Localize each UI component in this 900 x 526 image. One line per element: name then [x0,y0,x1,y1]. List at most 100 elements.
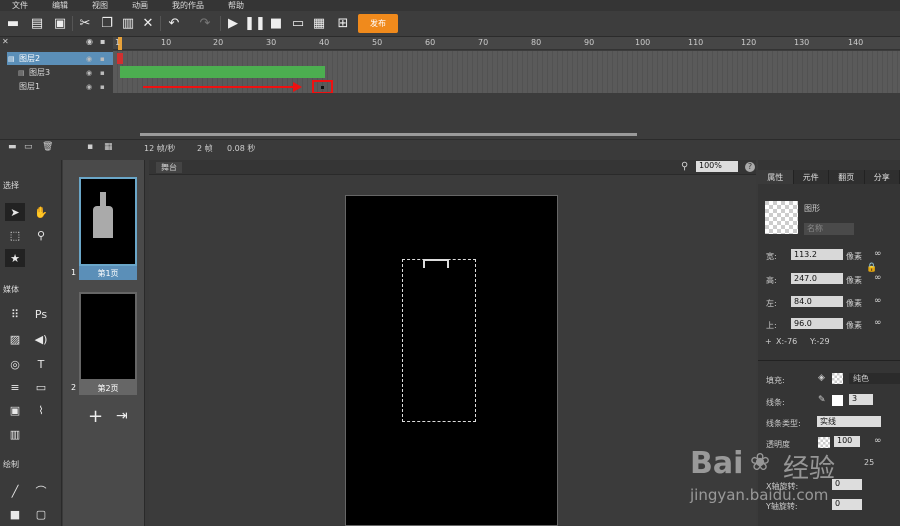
lock-icon[interactable]: ▪ [100,69,105,77]
link-icon[interactable]: ∞ [874,318,882,328]
paint-bucket-icon[interactable]: ◈ [818,373,825,383]
zoom-select[interactable]: 100% [696,161,738,172]
curve-tool-icon[interactable]: ⌒ [31,482,51,500]
help-icon[interactable]: ? [745,162,755,172]
stroke-width-input[interactable]: 3 [849,394,873,405]
frame-icon[interactable]: ▪ [87,142,93,152]
tab-symbols[interactable]: 元件 [794,170,829,184]
height-input[interactable]: 247.0 [791,273,843,284]
selection-bounding-box[interactable] [402,259,476,422]
line-tool-icon[interactable]: ╱ [5,482,25,500]
pause-icon[interactable]: ❚❚ [244,14,266,32]
barcode-tool-icon[interactable]: ▥ [5,425,25,443]
undo-icon[interactable]: ↶ [165,14,183,32]
preview-icon[interactable]: ▭ [289,14,307,32]
open-file-icon[interactable]: ▤ [28,14,46,32]
text-tool-icon[interactable]: T [31,355,51,373]
link-icon[interactable]: ∞ [874,436,882,446]
roundrect-tool-icon[interactable]: ▢ [31,505,51,523]
tween-span[interactable] [120,66,325,78]
frame-icon[interactable]: ▦ [104,142,113,152]
keyframe-dot[interactable] [321,86,324,89]
width-input[interactable]: 113.2 [791,249,843,260]
tab-pageflip[interactable]: 翻页 [829,170,865,184]
pan-tool-icon[interactable]: ✋ [31,203,51,221]
import-page-icon[interactable]: ⇥ [116,408,128,424]
timeline-ruler[interactable]: 1 10 20 30 40 50 60 70 80 90 100 110 120… [113,37,900,50]
menu-file[interactable]: 文件 [12,0,28,11]
page-label[interactable]: 第2页 [79,381,137,395]
board-tool-icon[interactable]: ▭ [31,378,51,396]
add-layer-icon[interactable]: ▬ [8,142,17,152]
grid-tool-icon[interactable]: ⠿ [5,305,25,323]
left-input[interactable]: 84.0 [791,296,843,307]
folder-icon[interactable]: ▭ [24,142,33,152]
width-label: 宽: [766,252,777,261]
layer-item[interactable]: ▤ 图层3 ◉ ▪ [7,66,113,79]
pen-icon[interactable]: ✎ [818,395,826,405]
menu-edit[interactable]: 编辑 [52,0,68,11]
copy-icon[interactable]: ❐ [98,14,116,32]
tab-stage[interactable]: 舞台 [156,162,182,173]
arrow-tool-icon[interactable]: ➤ [5,203,25,221]
eye-icon[interactable]: ◉ [86,37,93,46]
rect-tool-icon[interactable]: ■ [5,505,25,523]
photoshop-tool-icon[interactable]: Ps [31,305,51,323]
search-icon[interactable]: ⚲ [681,161,688,172]
stroke-color-swatch[interactable] [832,395,843,406]
html-tool-icon[interactable]: ▣ [5,401,25,419]
lock-ratio-icon[interactable]: 🔒 [866,263,877,273]
lock-icon[interactable]: ▪ [100,55,105,63]
qrcode-icon[interactable]: ▦ [310,14,328,32]
page-label[interactable]: 第1页 [79,266,137,280]
fill-type-select[interactable]: 纯色 [849,373,900,384]
link-icon[interactable]: ∞ [874,273,882,283]
redo-icon[interactable]: ↷ [196,14,214,32]
fill-color-swatch[interactable] [832,373,843,384]
add-page-icon[interactable]: + [88,406,103,427]
timeline-scrollbar[interactable] [140,133,637,136]
frame-grid[interactable] [113,51,900,94]
new-file-icon[interactable]: ▬ [4,14,22,32]
star-tool-icon[interactable]: ★ [5,249,25,267]
cut-icon[interactable]: ✂ [76,14,94,32]
stop-icon[interactable]: ■ [267,14,285,32]
delete-icon[interactable]: ✕ [139,14,157,32]
menu-my-works[interactable]: 我的作品 [172,0,204,11]
bottle-top-shape[interactable] [423,259,449,268]
save-icon[interactable]: ▣ [51,14,69,32]
publish-button[interactable]: 发布 [358,14,398,33]
shape-name-input[interactable]: 名称 [804,223,854,235]
image-tool-icon[interactable]: ▨ [5,330,25,348]
menu-view[interactable]: 视图 [92,0,108,11]
audio-tool-icon[interactable]: ◀) [31,330,51,348]
close-icon[interactable]: ✕ [2,37,9,46]
lock-icon[interactable]: ▪ [100,83,105,91]
export-icon[interactable]: ⊞ [334,14,352,32]
menu-animation[interactable]: 动画 [132,0,148,11]
zoom-tool-icon[interactable]: ⚲ [31,226,51,244]
chart-tool-icon[interactable]: ⌇ [31,401,51,419]
link-icon[interactable]: ∞ [874,296,882,306]
top-input[interactable]: 96.0 [791,318,843,329]
lock-icon[interactable]: ▪ [100,37,105,46]
eye-icon[interactable]: ◉ [86,69,92,77]
layer-item[interactable]: ▤ 图层2 ◉ ▪ [7,52,113,65]
eye-icon[interactable]: ◉ [86,83,92,91]
transform-tool-icon[interactable]: ⬚ [5,226,25,244]
page-thumbnail[interactable] [79,177,137,266]
layer-item[interactable]: 图层1 ◉ ▪ [7,80,113,93]
paste-icon[interactable]: ▥ [119,14,137,32]
video-tool-icon[interactable]: ◎ [5,355,25,373]
page-thumbnail[interactable] [79,292,137,381]
stroke-type-select[interactable]: 实线 [817,416,881,427]
trash-icon[interactable]: 🗑 [42,142,53,152]
link-icon[interactable]: ∞ [874,249,882,259]
eye-icon[interactable]: ◉ [86,55,92,63]
play-icon[interactable]: ▶ [224,14,242,32]
keyframe-marker[interactable] [117,53,123,64]
tab-share[interactable]: 分享 [865,170,900,184]
tab-properties[interactable]: 属性 [758,170,794,184]
paragraph-tool-icon[interactable]: ≡ [5,378,25,396]
menu-help[interactable]: 帮助 [228,0,244,11]
